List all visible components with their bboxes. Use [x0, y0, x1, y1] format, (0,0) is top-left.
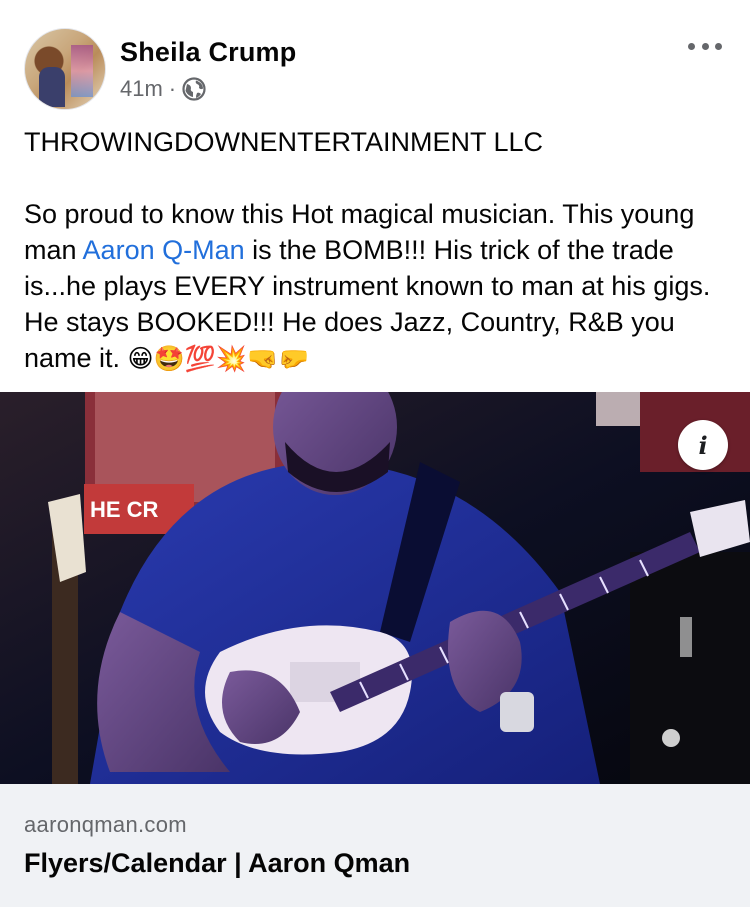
info-icon[interactable]: i — [678, 420, 728, 470]
video-thumbnail[interactable]: HE CR i — [0, 392, 750, 784]
emoji-reactions: 😁🤩💯💥🤜🤛 — [127, 345, 310, 373]
author-name[interactable]: Sheila Crump — [120, 37, 296, 68]
link-preview-card[interactable]: aaronqman.com Flyers/Calendar | Aaron Qm… — [0, 784, 750, 907]
avatar[interactable] — [24, 28, 106, 110]
post-body: So proud to know this Hot magical musici… — [24, 196, 729, 377]
tagged-user-link[interactable]: Aaron Q-Man — [83, 235, 245, 265]
wall-sign-text: HE CR — [90, 497, 159, 522]
globe-icon — [182, 77, 206, 101]
more-options-icon[interactable] — [688, 38, 722, 54]
post-text: THROWINGDOWNENTERTAINMENT LLC So proud t… — [24, 124, 729, 377]
link-domain: aaronqman.com — [24, 812, 187, 837]
meta-separator: · — [168, 76, 177, 101]
link-title[interactable]: Flyers/Calendar | Aaron Qman — [24, 848, 410, 879]
post-header: Sheila Crump 41m · — [0, 0, 750, 120]
post-time[interactable]: 41m — [120, 76, 163, 102]
company-line: THROWINGDOWNENTERTAINMENT LLC — [24, 127, 544, 157]
post-meta: 41m · — [120, 76, 206, 102]
